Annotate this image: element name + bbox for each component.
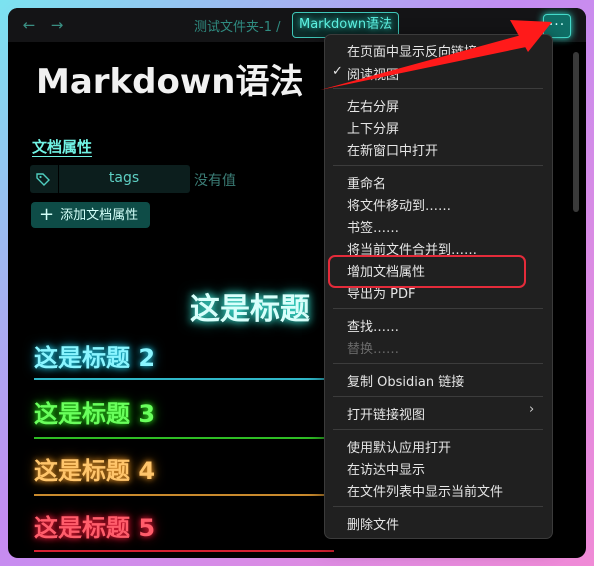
menu-item-move-file[interactable]: 将文件移动到…… [347,195,451,214]
heading-3-underline [34,437,334,439]
annotation-highlight-box [328,255,526,288]
annotation-arrow-icon [320,20,552,90]
forward-arrow-icon[interactable]: → [48,16,66,34]
add-property-label: 添加文档属性 [60,208,139,223]
back-arrow-icon[interactable]: ← [20,16,38,34]
heading-4-underline [34,494,334,496]
property-key[interactable]: tags [60,170,188,186]
menu-separator [333,429,543,430]
property-value[interactable]: 没有值 [194,170,236,190]
menu-separator [333,165,543,166]
menu-item-replace: 替换…… [347,342,400,357]
menu-item-reveal-in-file-list[interactable]: 在文件列表中显示当前文件 [347,481,503,500]
menu-item-reveal-in-finder[interactable]: 在访达中显示 [347,459,425,478]
menu-item-find[interactable]: 查找…… [347,316,399,335]
page-title[interactable]: Markdown语法 [36,54,303,103]
breadcrumb-parent[interactable]: 测试文件夹-1 / [194,16,281,35]
menu-separator [333,363,543,364]
menu-item-copy-obsidian-url[interactable]: 复制 Obsidian 链接 [347,371,464,390]
property-tags-row[interactable]: tags [30,165,190,193]
heading-3: 这是标题 3 [34,400,156,428]
tags-icon [35,171,51,191]
scrollbar-thumb[interactable] [573,52,579,212]
breadcrumb-folder[interactable]: 测试文件夹-1 [194,20,272,35]
heading-4: 这是标题 4 [34,457,156,485]
menu-item-open-linked-view[interactable]: 打开链接视图 [347,404,425,423]
properties-heading[interactable]: 文档属性 [32,136,92,157]
menu-item-delete-file[interactable]: 删除文件 [347,514,399,533]
menu-item-open-new-window[interactable]: 在新窗口中打开 [347,140,438,159]
heading-2-underline [34,378,334,380]
heading-5: 这是标题 5 [34,514,156,542]
menu-item-rename[interactable]: 重命名 [347,173,386,192]
property-divider [58,165,59,193]
menu-separator [333,506,543,507]
breadcrumb-separator: / [276,20,281,35]
scrollbar[interactable] [572,44,580,554]
menu-item-split-down[interactable]: 上下分屏 [347,118,399,137]
heading-1: 这是标题 [190,292,310,327]
menu-item-bookmark[interactable]: 书签…… [347,217,399,236]
menu-separator [333,308,543,309]
chevron-right-icon: › [529,402,535,417]
add-property-button[interactable]: + 添加文档属性 [31,202,151,228]
menu-item-open-default-app[interactable]: 使用默认应用打开 [347,437,451,456]
heading-5-underline [34,550,334,552]
heading-2: 这是标题 2 [34,344,156,372]
plus-icon: + [39,204,55,225]
menu-separator [333,396,543,397]
